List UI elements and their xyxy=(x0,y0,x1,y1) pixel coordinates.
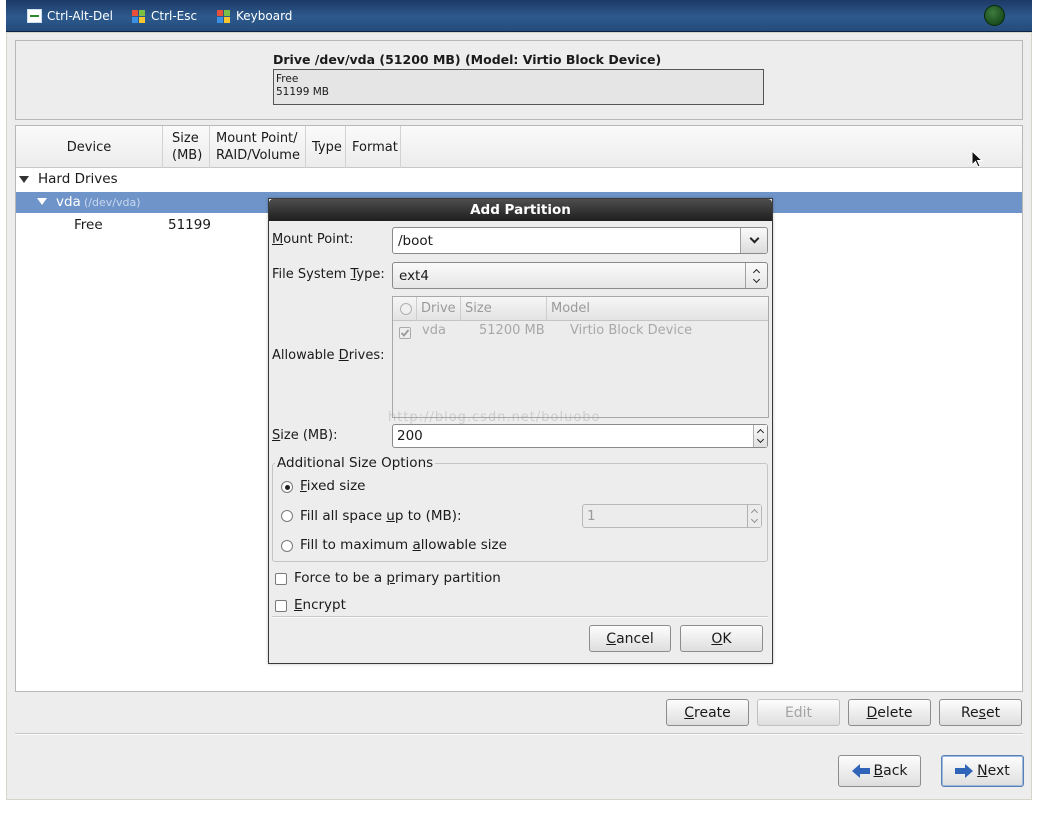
dialog-separator xyxy=(272,616,768,618)
free-size: 51199 xyxy=(168,217,211,233)
fs-type-label: File System Type: xyxy=(272,267,385,282)
mount-point-combo[interactable]: /boot xyxy=(392,227,768,254)
fill-up-to-spinbox[interactable]: 1 xyxy=(582,504,762,528)
encrypt-checkbox[interactable] xyxy=(275,600,287,612)
size-label: Size (MB): xyxy=(272,428,338,443)
up-down-arrows-icon xyxy=(752,268,761,283)
arrow-left-icon xyxy=(851,764,870,778)
expander-down-icon[interactable] xyxy=(37,198,47,205)
checkmark-icon xyxy=(400,329,410,337)
column-header-format[interactable]: Format xyxy=(346,126,401,168)
footer-separator xyxy=(15,733,1023,735)
allowable-drives-label: Allowable Drives: xyxy=(272,348,385,363)
watermark-text: http://blog.csdn.net/boluobo xyxy=(388,410,601,425)
next-button[interactable]: Next xyxy=(941,755,1024,787)
fill-maximum-label[interactable]: Fill to maximum allowable size xyxy=(300,537,507,553)
drives-col-model[interactable]: Model xyxy=(547,297,768,321)
dialog-title: Add Partition xyxy=(269,199,772,221)
mouse-cursor-icon xyxy=(971,150,984,168)
size-value: 200 xyxy=(397,428,423,444)
drive-free-segment[interactable]: Free 51199 MB xyxy=(273,69,764,105)
delete-button[interactable]: Delete xyxy=(848,699,931,726)
group-label: Hard Drives xyxy=(38,171,118,187)
drives-col-size[interactable]: Size xyxy=(461,297,547,321)
fill-maximum-radio[interactable] xyxy=(281,540,293,552)
select-all-radio[interactable] xyxy=(393,297,417,321)
drive-path: (/dev/vda) xyxy=(84,196,141,209)
edit-button[interactable]: Edit xyxy=(757,699,840,726)
segment-size: 51199 MB xyxy=(276,86,330,98)
drive-row-model: Virtio Block Device xyxy=(570,323,693,338)
segment-label: Free xyxy=(276,73,299,85)
fs-type-spinner[interactable] xyxy=(745,263,767,288)
column-header-type[interactable]: Type xyxy=(306,126,346,168)
free-label: Free xyxy=(74,217,103,233)
drive-row-size: 51200 MB xyxy=(479,323,545,338)
expander-down-icon[interactable] xyxy=(19,176,29,183)
column-header-size[interactable]: Size (MB) xyxy=(163,126,210,168)
fixed-size-radio[interactable] xyxy=(281,481,293,493)
fill-up-to-radio[interactable] xyxy=(281,510,293,522)
reset-button[interactable]: Reset xyxy=(939,699,1022,726)
drive-name: vda xyxy=(56,194,81,210)
cancel-button[interactable]: Cancel xyxy=(589,625,671,652)
ctrl-esc-button[interactable]: Ctrl-Esc xyxy=(131,8,197,24)
back-button[interactable]: Back xyxy=(838,755,921,787)
mount-point-value: /boot xyxy=(398,232,433,249)
fs-type-select[interactable]: ext4 xyxy=(392,262,768,289)
fill-up-to-spin-buttons[interactable] xyxy=(747,505,761,527)
mount-point-label: Mount Point: xyxy=(272,232,354,247)
size-spinbox[interactable]: 200 xyxy=(392,424,768,448)
force-primary-label[interactable]: Force to be a primary partition xyxy=(294,570,501,586)
monitor-icon xyxy=(27,9,42,23)
fill-up-to-label[interactable]: Fill all space up to (MB): xyxy=(300,508,462,524)
drive-row-name: vda xyxy=(422,323,446,338)
additional-size-options-title: Additional Size Options xyxy=(275,455,436,471)
ok-button[interactable]: OK xyxy=(680,625,763,652)
connection-led-icon xyxy=(984,5,1005,26)
ctrl-alt-del-label: Ctrl-Alt-Del xyxy=(47,9,113,23)
keyboard-label: Keyboard xyxy=(236,9,293,23)
column-header-mount-point[interactable]: Mount Point/RAID/Volume xyxy=(210,126,306,168)
force-primary-checkbox[interactable] xyxy=(275,573,287,585)
ctrl-alt-del-button[interactable]: Ctrl-Alt-Del xyxy=(27,8,113,24)
up-down-arrows-icon xyxy=(756,428,765,444)
windows-flag-icon xyxy=(131,9,146,23)
fixed-size-label[interactable]: Fixed size xyxy=(300,478,365,494)
drives-list-header: Drive Size Model xyxy=(393,297,768,321)
fs-type-value: ext4 xyxy=(399,267,429,284)
drives-col-drive[interactable]: Drive xyxy=(417,297,461,321)
drive-vda-checkbox[interactable] xyxy=(399,327,411,339)
column-header-device[interactable]: Device xyxy=(16,126,163,168)
chevron-down-icon xyxy=(749,233,759,244)
create-button[interactable]: Create xyxy=(666,699,749,726)
tree-row-hard-drives[interactable]: Hard Drives xyxy=(16,170,1022,190)
up-down-arrows-icon xyxy=(750,508,759,524)
windows-flag-icon xyxy=(216,9,231,23)
fill-up-to-value: 1 xyxy=(587,508,596,524)
ctrl-esc-label: Ctrl-Esc xyxy=(151,9,198,23)
tree-row-free[interactable]: Free 51199 xyxy=(16,215,266,235)
size-spin-buttons[interactable] xyxy=(753,425,767,447)
mount-point-dropdown-button[interactable] xyxy=(740,228,767,253)
encrypt-label[interactable]: Encrypt xyxy=(294,597,346,613)
arrow-right-icon xyxy=(955,764,974,778)
keyboard-button[interactable]: Keyboard xyxy=(216,8,292,24)
drive-map-title: Drive /dev/vda (51200 MB) (Model: Virtio… xyxy=(273,52,662,67)
